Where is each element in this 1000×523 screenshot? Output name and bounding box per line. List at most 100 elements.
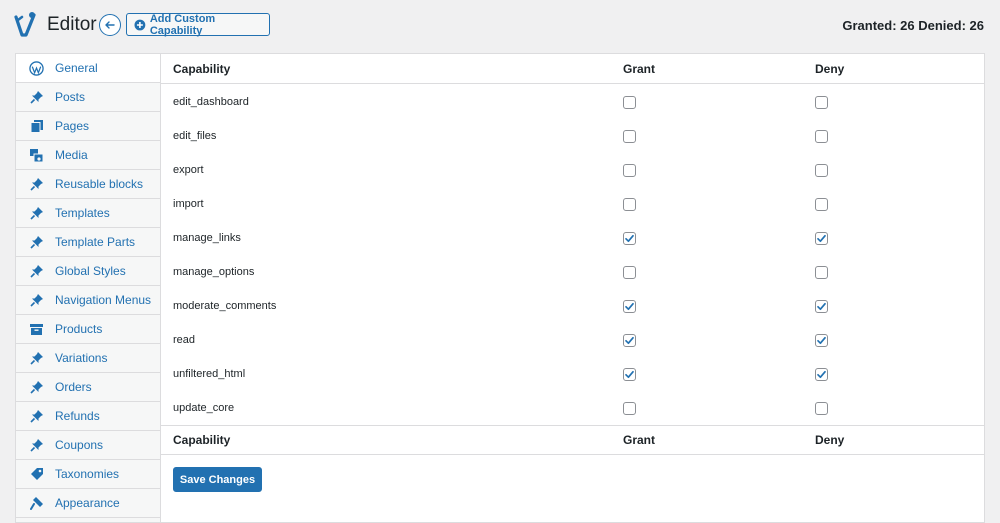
sidebar-item-label: Orders: [55, 380, 92, 394]
sidebar-item-template-parts[interactable]: Template Parts: [16, 228, 160, 257]
grant-checkbox[interactable]: [623, 299, 636, 313]
column-footer-deny: Deny: [815, 433, 845, 447]
table-row: manage_links: [161, 221, 984, 255]
back-button[interactable]: [99, 14, 121, 36]
grant-checkbox[interactable]: [623, 265, 636, 279]
grant-checkbox[interactable]: [623, 231, 636, 245]
deny-checkbox[interactable]: [815, 299, 828, 313]
sidebar-item-label: Coupons: [55, 438, 104, 452]
sidebar-item-products[interactable]: Products: [16, 315, 160, 344]
sidebar-item-reusable-blocks[interactable]: Reusable blocks: [16, 170, 160, 199]
capability-name: edit_dashboard: [173, 96, 249, 108]
deny-cell: [802, 367, 828, 381]
sidebar-item-label: Navigation Menus: [55, 293, 152, 307]
grant-cell: [610, 129, 802, 143]
deny-checkbox[interactable]: [815, 231, 828, 245]
sidebar-item-general[interactable]: General: [16, 54, 160, 83]
grant-cell: [610, 367, 802, 381]
table-row: edit_dashboard: [161, 85, 984, 119]
sidebar-item-label: Template Parts: [55, 235, 136, 249]
table-row: update_core: [161, 391, 984, 425]
sidebar-item-label: Global Styles: [55, 264, 126, 278]
sidebar-item-posts[interactable]: Posts: [16, 83, 160, 112]
capability-name: edit_files: [173, 130, 217, 142]
pin-icon: [29, 409, 44, 424]
deny-checkbox[interactable]: [815, 129, 828, 143]
sidebar-item-label: Products: [55, 322, 103, 336]
deny-checkbox[interactable]: [815, 197, 828, 211]
media-icon: [29, 148, 44, 163]
sidebar-item-media[interactable]: Media: [16, 141, 160, 170]
page-title: Editor: [47, 14, 97, 35]
capability-name: export: [173, 164, 204, 176]
grant-cell: [610, 95, 802, 109]
archive-icon: [29, 322, 44, 337]
table-row: export: [161, 153, 984, 187]
capability-rows: edit_dashboard edit_files export import mana…: [161, 84, 984, 425]
pin-icon: [29, 351, 44, 366]
plus-circle-icon: [134, 19, 146, 30]
save-changes-button[interactable]: Save Changes: [173, 467, 262, 492]
grant-checkbox[interactable]: [623, 129, 636, 143]
deny-cell: [802, 401, 828, 415]
sidebar-item-variations[interactable]: Variations: [16, 344, 160, 373]
column-footer-grant: Grant: [623, 433, 656, 447]
sidebar-item-navigation-menus[interactable]: Navigation Menus: [16, 286, 160, 315]
deny-checkbox[interactable]: [815, 401, 828, 415]
tag-icon: [29, 467, 44, 482]
pin-icon: [29, 206, 44, 221]
deny-checkbox[interactable]: [815, 265, 828, 279]
capability-name: unfiltered_html: [173, 368, 246, 380]
sidebar-item-refunds[interactable]: Refunds: [16, 402, 160, 431]
column-header-deny: Deny: [815, 61, 845, 76]
column-header-capability: Capability: [173, 61, 231, 76]
sidebar-item-label: Pages: [55, 119, 90, 133]
capability-name: moderate_comments: [173, 300, 277, 312]
deny-cell: [802, 231, 828, 245]
deny-checkbox[interactable]: [815, 333, 828, 347]
sidebar-item-coupons[interactable]: Coupons: [16, 431, 160, 460]
grant-checkbox[interactable]: [623, 197, 636, 211]
pin-icon: [29, 235, 44, 250]
deny-cell: [802, 95, 828, 109]
grant-checkbox[interactable]: [623, 163, 636, 177]
deny-cell: [802, 333, 828, 347]
deny-checkbox[interactable]: [815, 367, 828, 381]
table-row: import: [161, 187, 984, 221]
granted-denied-counts: Granted: 26 Denied: 26: [842, 18, 984, 33]
sidebar-item-appearance[interactable]: Appearance: [16, 489, 160, 518]
sidebar-item-global-styles[interactable]: Global Styles: [16, 257, 160, 286]
table-row: unfiltered_html: [161, 357, 984, 391]
grant-cell: [610, 163, 802, 177]
sidebar-item-orders[interactable]: Orders: [16, 373, 160, 402]
sidebar-item-label: Taxonomies: [55, 467, 120, 481]
pin-icon: [29, 264, 44, 279]
capabilities-panel: Capability Grant Deny edit_dashboardedit…: [160, 53, 985, 523]
table-row: moderate_comments: [161, 289, 984, 323]
capability-name: read: [173, 334, 196, 346]
grant-checkbox[interactable]: [623, 95, 636, 109]
sidebar-item-label: Variations: [55, 351, 108, 365]
sidebar-item-taxonomies[interactable]: Taxonomies: [16, 460, 160, 489]
pin-icon: [29, 438, 44, 453]
deny-checkbox[interactable]: [815, 95, 828, 109]
deny-checkbox[interactable]: [815, 163, 828, 177]
add-custom-capability-label: Add Custom Capability: [149, 12, 216, 37]
grant-cell: [610, 299, 802, 313]
header: Editor Add Custom Capability Granted: 26…: [0, 0, 1000, 50]
grant-cell: [610, 265, 802, 279]
ppress-logo-icon: [14, 11, 38, 39]
pin-icon: [29, 380, 44, 395]
sidebar-item-pages[interactable]: Pages: [16, 112, 160, 141]
add-custom-capability-button[interactable]: Add Custom Capability: [126, 12, 270, 37]
grant-checkbox[interactable]: [623, 401, 636, 415]
capability-name: manage_options: [173, 266, 255, 278]
grant-cell: [610, 333, 802, 347]
grant-cell: [610, 197, 802, 211]
grant-checkbox[interactable]: [623, 367, 636, 381]
grant-checkbox[interactable]: [623, 333, 636, 347]
sidebar-item-templates[interactable]: Templates: [16, 199, 160, 228]
deny-cell: [802, 197, 828, 211]
column-footer-capability: Capability: [173, 433, 231, 447]
sidebar-item-label: Posts: [55, 90, 86, 104]
